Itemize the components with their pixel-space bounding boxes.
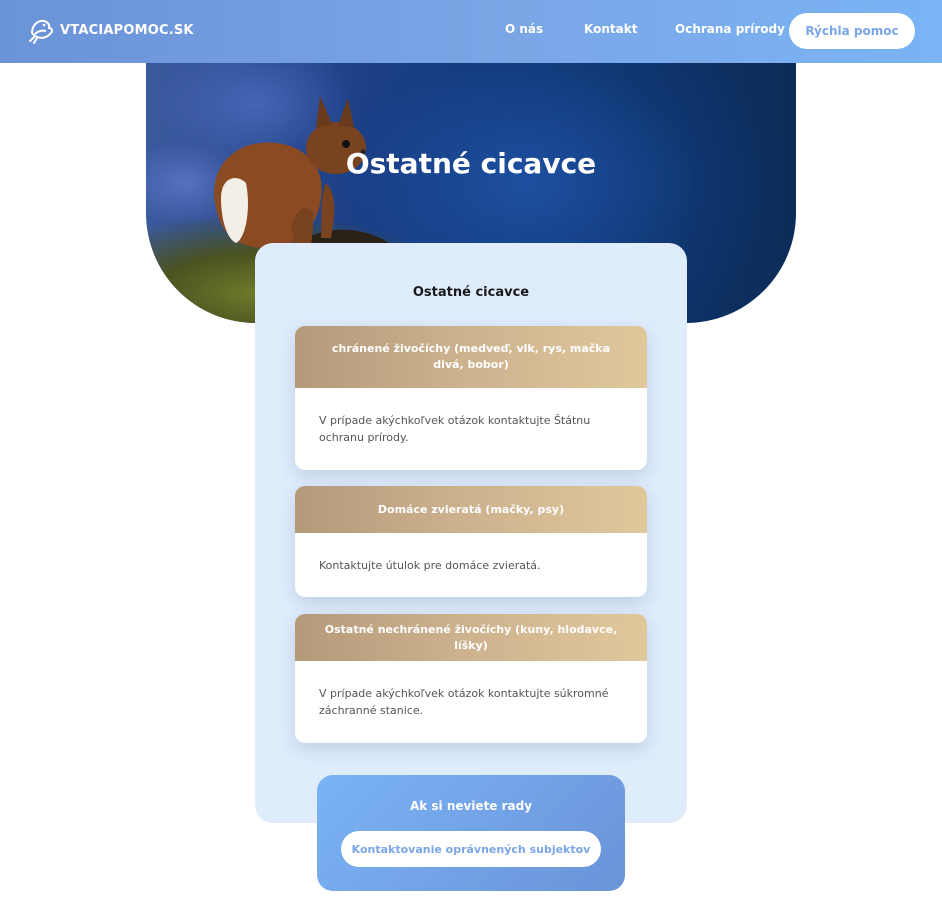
info-card-heading: Ostatné nechránené živočíchy (kuny, hlod… [295,614,647,661]
help-box: Ak si neviete rady Kontaktovanie oprávne… [317,775,625,891]
panel-title: Ostatné cicavce [412,285,530,300]
quick-help-button[interactable]: Rýchla pomoc [789,13,915,49]
top-navbar: VTACIAPOMOC.SK O nás Kontakt Ochrana prí… [0,0,942,63]
content-panel: Ostatné cicavce chránené živočíchy (medv… [255,243,687,823]
page-title: Ostatné cicavce [345,147,597,180]
bird-hand-icon [29,19,54,44]
info-card-pets: Domáce zvieratá (mačky, psy) Kontaktujte… [295,486,647,597]
help-title: Ak si neviete rady [409,799,533,813]
info-card-protected: chránené živočíchy (medveď, vlk, rys, ma… [295,326,647,470]
nav-link-contact[interactable]: Kontakt [584,22,637,36]
nav-link-nature-protection[interactable]: Ochrana prírody [675,22,785,36]
info-card-text: V prípade akýchkoľvek otázok kontaktujte… [319,414,591,444]
info-card-text: V prípade akýchkoľvek otázok kontaktujte… [319,687,609,717]
site-logo[interactable]: VTACIAPOMOC.SK [26,15,194,45]
nav-link-about[interactable]: O nás [505,22,543,36]
info-card-heading: chránené živočíchy (medveď, vlk, rys, ma… [295,326,647,388]
info-card-unprotected: Ostatné nechránené živočíchy (kuny, hlod… [295,614,647,743]
logo-text: VTACIAPOMOC.SK [60,22,194,38]
contact-authorities-button[interactable]: Kontaktovanie oprávnených subjektov [341,831,601,867]
info-card-text: Kontaktujte útulok pre domáce zvieratá. [319,558,541,572]
info-card-heading: Domáce zvieratá (mačky, psy) [295,486,647,533]
